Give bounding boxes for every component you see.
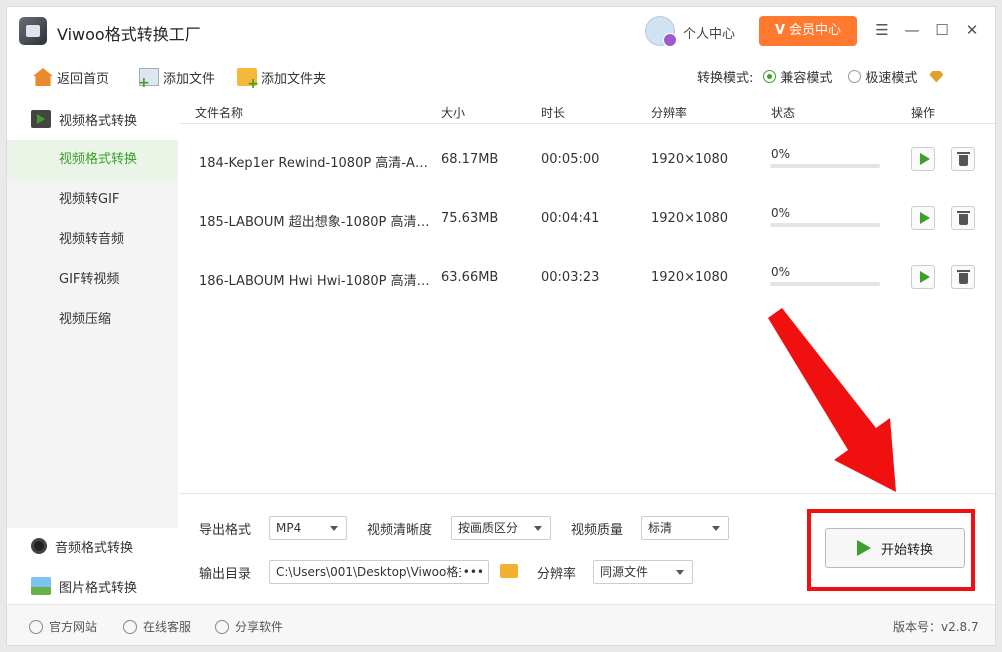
red-arrow-icon	[768, 308, 896, 492]
red-arrow-annotation	[768, 308, 896, 492]
